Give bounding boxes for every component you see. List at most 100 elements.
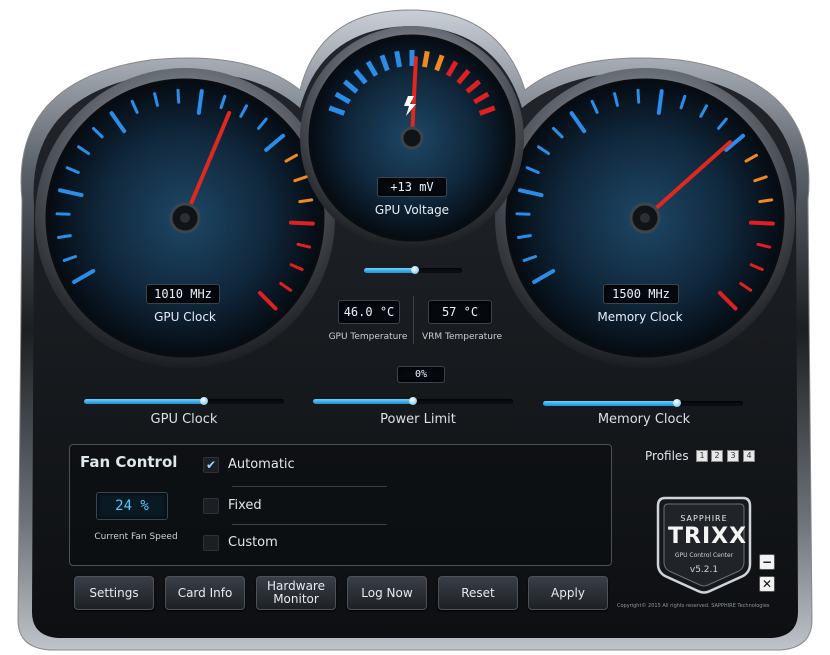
gauge-tick <box>219 94 227 110</box>
gauge-tick <box>748 220 775 226</box>
gauge-tick <box>753 175 768 183</box>
gauge-tick <box>656 89 664 115</box>
power-limit-slider[interactable] <box>313 397 513 405</box>
reset-button[interactable]: Reset <box>438 576 518 610</box>
close-button[interactable]: ✕ <box>759 576 775 592</box>
gauge-tick <box>92 126 104 139</box>
voltage-slider[interactable] <box>364 266 462 274</box>
settings-button[interactable]: Settings <box>74 576 154 610</box>
fixed-checkbox[interactable] <box>203 498 219 514</box>
gauge-tick <box>296 242 312 249</box>
gauge-tick <box>65 166 80 174</box>
gpu-clock-readout: 1010 MHz <box>146 284 220 304</box>
power-limit-slider-label: Power Limit <box>380 412 456 427</box>
profile-1-button[interactable]: 1 <box>696 450 708 462</box>
gauge-tick <box>284 153 299 163</box>
minimize-button[interactable]: − <box>759 554 775 570</box>
gauge-tick <box>293 175 308 183</box>
hardware-monitor-button[interactable]: Hardware Monitor <box>256 576 336 610</box>
gauge-tick <box>465 79 482 94</box>
log-now-button[interactable]: Log Now <box>347 576 427 610</box>
vrm-temperature-label: VRM Temperature <box>421 332 503 342</box>
gauge-hub <box>400 126 424 150</box>
gauge-tick <box>289 263 304 272</box>
gauge-tick <box>756 242 772 249</box>
gauge-tick <box>422 50 430 68</box>
gauge-hub-center <box>180 213 190 223</box>
gauge-tick <box>153 92 159 107</box>
gauge-tick <box>532 269 556 284</box>
gauge-needle <box>643 140 733 220</box>
gauge-tick <box>196 89 204 115</box>
profiles-label: Profiles <box>645 449 689 463</box>
gpu-clock-slider-fill <box>84 399 204 404</box>
memory-clock-gauge-label: Memory Clock <box>597 310 683 324</box>
gauge-tick <box>537 145 551 156</box>
gauge-tick <box>279 281 293 292</box>
gauge-tick <box>518 188 544 198</box>
fixed-option-label[interactable]: Fixed <box>228 498 262 513</box>
gauge-needle <box>183 110 232 220</box>
gauge-tick <box>473 91 490 105</box>
gpu-clock-gauge-label: GPU Clock <box>154 310 216 324</box>
vrm-temperature-readout: 57 °C <box>428 300 492 324</box>
gauge-hub-center <box>640 213 650 223</box>
memory-clock-slider-handle[interactable] <box>673 399 681 407</box>
card-info-button[interactable]: Card Info <box>165 576 245 610</box>
gauge-tick <box>353 68 368 85</box>
gpu-clock-slider-label: GPU Clock <box>150 412 218 427</box>
voltage-slider-handle[interactable] <box>410 266 419 274</box>
gpu-voltage-gauge-label: GPU Voltage <box>374 203 450 217</box>
logo-version-text: v5.2.1 <box>689 565 719 575</box>
gauge-tick <box>72 269 96 284</box>
automatic-option-label[interactable]: Automatic <box>228 457 295 472</box>
gauge-tick <box>717 117 728 130</box>
gauge-tick <box>552 126 564 139</box>
gauge-tick <box>379 54 390 72</box>
gpu-clock-slider[interactable] <box>84 397 284 405</box>
profile-4-button[interactable]: 4 <box>743 450 755 462</box>
gauge-tick <box>445 60 459 77</box>
copyright-text: Copyright© 2015 All rights reserved. SAP… <box>617 603 770 609</box>
gpu-clock-slider-handle[interactable] <box>200 397 208 405</box>
custom-option-label[interactable]: Custom <box>228 535 278 550</box>
profile-2-button[interactable]: 2 <box>711 450 723 462</box>
gauge-tick <box>264 133 286 152</box>
gauge-tick <box>679 94 687 110</box>
gpu-temperature-readout: 46.0 °C <box>338 300 400 324</box>
logo-subtitle-text: GPU Control Center <box>674 552 734 559</box>
memory-clock-readout: 1500 MHz <box>603 284 679 304</box>
gauge-tick <box>478 105 496 116</box>
gauge-tick <box>334 91 351 105</box>
memory-clock-slider[interactable] <box>543 399 743 407</box>
profile-3-button[interactable]: 3 <box>727 450 739 462</box>
gauge-tick <box>394 50 402 68</box>
gauge-tick <box>257 117 268 130</box>
gauge-tick <box>613 92 619 107</box>
gauge-tick <box>77 145 91 156</box>
gauge-tick <box>758 198 774 204</box>
gauge-tick <box>257 290 278 311</box>
power-limit-slider-fill <box>313 399 413 404</box>
gauge-tick <box>342 79 359 94</box>
gauge-tick <box>636 88 641 104</box>
power-limit-slider-handle[interactable] <box>409 397 417 405</box>
gauge-tick <box>176 88 181 104</box>
custom-checkbox[interactable] <box>203 535 219 551</box>
power-limit-readout: 0% <box>397 366 445 383</box>
fan-speed-label: Current Fan Speed <box>94 532 178 542</box>
gauge-tick <box>56 234 72 239</box>
gauge-tick <box>130 99 139 114</box>
memory-clock-slider-fill <box>543 401 677 406</box>
gauge-tick <box>749 263 764 272</box>
gauge-tick <box>699 104 709 118</box>
fan-option-divider <box>232 486 387 487</box>
logo-brand-text: SAPPHIRE <box>680 514 728 523</box>
apply-button[interactable]: Apply <box>528 576 608 610</box>
memory-clock-slider-label: Memory Clock <box>597 412 691 427</box>
logo-product-text: TRIXX <box>668 524 748 549</box>
gauge-tick <box>516 234 532 239</box>
automatic-checkbox[interactable]: ✔ <box>203 457 219 473</box>
gpu-temperature-label: GPU Temperature <box>328 332 408 342</box>
gauge-tick <box>717 290 738 311</box>
